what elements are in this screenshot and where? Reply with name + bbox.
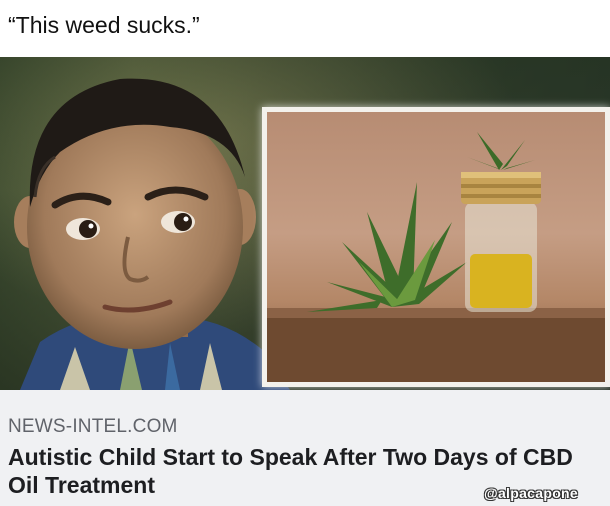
link-card-footer[interactable]: NEWS-INTEL.COM Autistic Child Start to S… xyxy=(0,390,610,506)
cbd-oil-illustration xyxy=(267,132,605,382)
child-photo xyxy=(14,78,290,390)
link-card-image[interactable]: i xyxy=(0,57,610,390)
post-caption: “This weed sucks.” xyxy=(8,12,200,38)
cbd-oil-photo xyxy=(262,107,610,387)
link-source-domain: NEWS-INTEL.COM xyxy=(8,416,178,437)
watermark-handle: @alpacapone xyxy=(484,485,578,501)
